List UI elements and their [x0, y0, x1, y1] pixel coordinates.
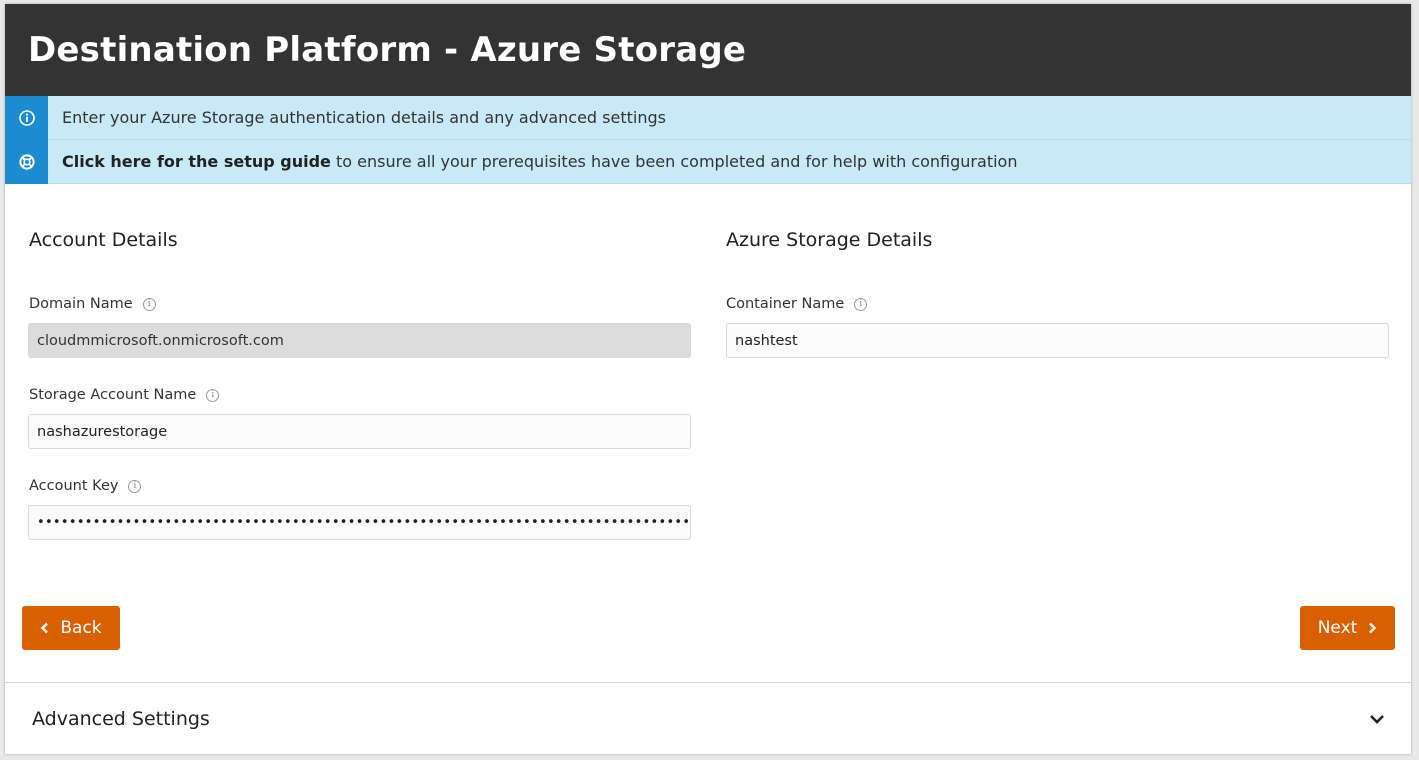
- domain-name-label-text: Domain Name: [29, 296, 133, 312]
- advanced-settings-title: Advanced Settings: [32, 707, 210, 730]
- storage-account-label-text: Storage Account Name: [29, 387, 197, 403]
- chevron-left-icon: [41, 622, 49, 634]
- container-name-label: Container Name i: [726, 296, 868, 312]
- advanced-settings-toggle[interactable]: Advanced Settings: [5, 682, 1411, 754]
- guide-message: Click here for the setup guide to ensure…: [48, 152, 1017, 171]
- container-name-input[interactable]: nashtest: [726, 323, 1389, 358]
- storage-account-label: Storage Account Name i: [29, 387, 220, 403]
- account-key-label-text: Account Key: [29, 478, 119, 494]
- back-button[interactable]: Back: [22, 606, 120, 650]
- next-button[interactable]: Next: [1300, 606, 1395, 650]
- domain-name-label: Domain Name i: [29, 296, 156, 312]
- chevron-down-icon: [1370, 714, 1384, 724]
- page-title: Destination Platform - Azure Storage: [28, 30, 747, 70]
- info-badge: [5, 95, 48, 140]
- container-info-icon[interactable]: i: [854, 297, 868, 311]
- life-ring-icon: [18, 153, 35, 170]
- guide-bar: Click here for the setup guide to ensure…: [5, 139, 1411, 184]
- account-details-title: Account Details: [29, 229, 178, 251]
- container-name-label-text: Container Name: [726, 296, 845, 312]
- account-key-input[interactable]: ••••••••••••••••••••••••••••••••••••••••…: [28, 505, 691, 540]
- back-button-label: Back: [60, 618, 102, 638]
- guide-rest-text: to ensure all your prerequisites have be…: [330, 152, 1018, 171]
- guide-badge: [5, 139, 48, 184]
- info-circle-icon: [18, 109, 35, 126]
- chevron-right-icon: [1369, 622, 1377, 634]
- setup-guide-link[interactable]: Click here for the setup guide: [62, 152, 331, 171]
- storage-info-icon[interactable]: i: [206, 388, 220, 402]
- page-header: Destination Platform - Azure Storage: [5, 4, 1411, 96]
- domain-info-icon[interactable]: i: [142, 297, 156, 311]
- azure-storage-details-title: Azure Storage Details: [726, 229, 933, 251]
- info-message: Enter your Azure Storage authentication …: [62, 108, 666, 127]
- domain-name-input: cloudmmicrosoft.onmicrosoft.com: [28, 323, 691, 358]
- next-button-label: Next: [1317, 618, 1358, 638]
- account-key-label: Account Key i: [29, 478, 142, 494]
- key-info-icon[interactable]: i: [128, 479, 142, 493]
- info-bar: Enter your Azure Storage authentication …: [5, 95, 1411, 140]
- storage-account-input[interactable]: nashazurestorage: [28, 414, 691, 449]
- destination-panel: Destination Platform - Azure Storage Ent…: [5, 4, 1411, 754]
